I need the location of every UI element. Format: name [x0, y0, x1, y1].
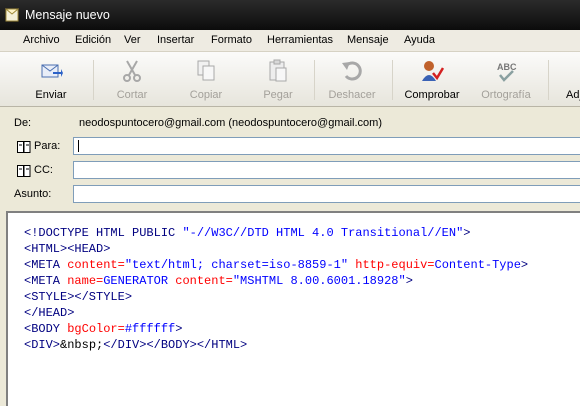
doctype-close: > — [463, 226, 471, 240]
html-head-tag: <HTML><HEAD> — [24, 242, 111, 256]
menu-herramientas[interactable]: Herramientas — [267, 34, 333, 46]
menu-ayuda[interactable]: Ayuda — [404, 34, 435, 46]
spelling-label: Ortografía — [481, 89, 531, 101]
generator-value: "MSHTML 8.00.6001.18928" — [232, 274, 406, 288]
copy-button[interactable]: Copiar — [178, 55, 234, 103]
copy-icon — [197, 60, 215, 81]
paste-icon — [269, 59, 287, 82]
cut-label: Cortar — [116, 89, 148, 101]
html-source: <!DOCTYPE HTML PUBLIC "-//W3C//DTD HTML … — [24, 225, 528, 353]
meta-close: > — [520, 258, 529, 272]
menu-archivo[interactable]: Archivo — [23, 34, 60, 46]
meta-tag: <META — [24, 274, 68, 288]
doctype-value: "-//W3C//DTD HTML 4.0 Transitional//EN" — [182, 226, 464, 240]
address-book-icon[interactable] — [17, 165, 31, 177]
subject-field[interactable] — [73, 185, 580, 203]
from-label: De: — [14, 117, 32, 129]
content-attribute: content= — [168, 274, 233, 288]
spelling-check-icon: ABC — [497, 62, 517, 82]
window-title: Mensaje nuevo — [25, 8, 110, 22]
cc-row: CC: — [0, 160, 580, 182]
check-names-icon — [422, 61, 444, 81]
http-equiv-value: Content-Type — [434, 258, 521, 272]
from-select[interactable]: neodospuntocero@gmail.com (neodospuntoce… — [79, 117, 382, 129]
from-row: De: neodospuntocero@gmail.com (neodospun… — [0, 113, 580, 135]
menu-formato[interactable]: Formato — [211, 34, 252, 46]
menu-bar: Archivo Edición Ver Insertar Formato Her… — [0, 30, 580, 52]
send-button[interactable]: Enviar — [22, 55, 80, 103]
toolbar: Enviar Cortar Copiar Pegar Deshacer Comp… — [0, 52, 580, 107]
doctype-tag: <!DOCTYPE HTML PUBLIC — [24, 226, 183, 240]
attach-button[interactable]: Adj — [556, 55, 580, 103]
cc-field[interactable] — [73, 161, 580, 179]
paste-label: Pegar — [263, 89, 293, 101]
new-message-icon — [5, 8, 19, 22]
menu-ver[interactable]: Ver — [124, 34, 141, 46]
menu-edicion[interactable]: Edición — [75, 34, 111, 46]
toolbar-separator — [314, 60, 315, 100]
div-tag: <DIV> — [24, 338, 61, 352]
toolbar-separator — [392, 60, 393, 100]
toolbar-separator — [93, 60, 94, 100]
address-book-icon[interactable] — [17, 141, 31, 153]
body-close: > — [175, 322, 183, 336]
check-names-label: Comprobar — [404, 89, 460, 101]
cut-button[interactable]: Cortar — [104, 55, 160, 103]
message-headers: De: neodospuntocero@gmail.com (neodospun… — [0, 107, 580, 209]
name-attribute: name= — [67, 274, 104, 288]
menu-mensaje[interactable]: Mensaje — [347, 34, 389, 46]
text-cursor — [78, 140, 79, 152]
check-names-button[interactable]: Comprobar — [400, 55, 464, 103]
body-tag: <BODY — [24, 322, 68, 336]
meta-tag: <META — [24, 258, 68, 272]
undo-label: Deshacer — [328, 89, 376, 101]
content-attribute: content= — [67, 258, 125, 272]
http-equiv-attribute: http-equiv= — [348, 258, 435, 272]
nbsp-text: &nbsp; — [60, 338, 104, 352]
undo-button[interactable]: Deshacer — [322, 55, 382, 103]
svg-text:ABC: ABC — [497, 62, 517, 72]
toolbar-separator — [548, 60, 549, 100]
title-bar[interactable]: Mensaje nuevo — [0, 0, 580, 30]
spelling-button[interactable]: ABC Ortografía — [474, 55, 538, 103]
to-label: Para: — [34, 140, 61, 152]
head-close-tag: </HEAD> — [24, 306, 75, 320]
content-value: "text/html; charset=iso-8859-1" — [124, 258, 349, 272]
subject-row: Asunto: — [0, 184, 580, 206]
send-icon — [41, 64, 63, 78]
meta-close: > — [405, 274, 413, 288]
undo-icon — [342, 61, 362, 81]
bgcolor-value: #ffffff — [124, 322, 176, 336]
to-row: Para: — [0, 136, 580, 158]
closing-tags: </DIV></BODY></HTML> — [103, 338, 248, 352]
cc-label: CC: — [34, 164, 53, 176]
menu-insertar[interactable]: Insertar — [157, 34, 194, 46]
to-field[interactable] — [73, 137, 580, 155]
message-body-editor[interactable]: <!DOCTYPE HTML PUBLIC "-//W3C//DTD HTML … — [6, 211, 580, 406]
scissors-icon — [123, 60, 141, 82]
attach-label: Adj — [566, 89, 580, 101]
paste-button[interactable]: Pegar — [250, 55, 306, 103]
bgcolor-attribute: bgColor= — [67, 322, 125, 336]
copy-label: Copiar — [189, 89, 223, 101]
name-value: GENERATOR — [103, 274, 169, 288]
send-label: Enviar — [35, 89, 67, 101]
style-tag: <STYLE></STYLE> — [24, 290, 133, 304]
subject-label: Asunto: — [14, 188, 52, 200]
